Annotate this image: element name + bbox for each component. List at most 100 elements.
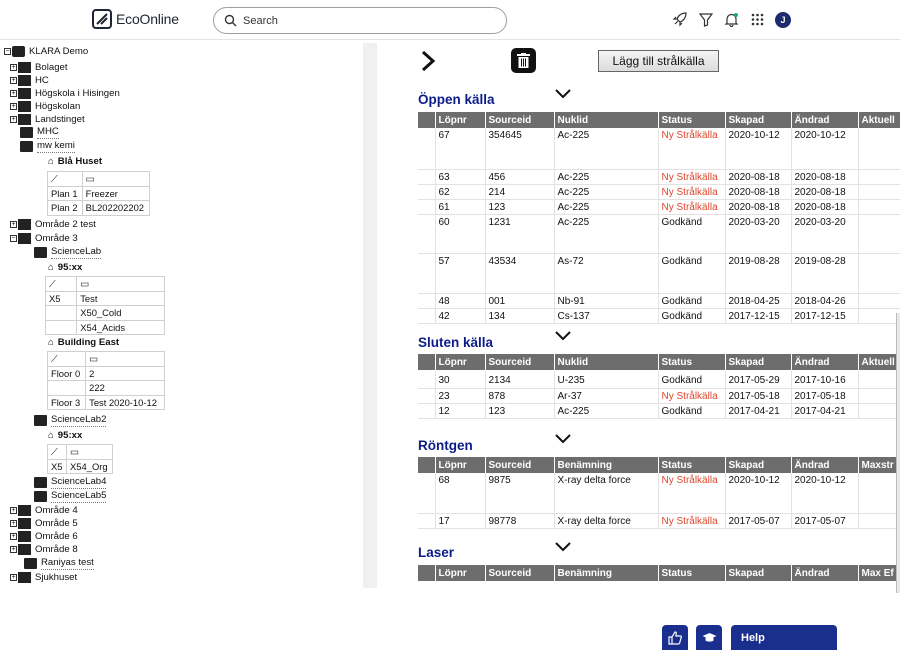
expand-toggle[interactable]: +: [10, 77, 17, 84]
column-header-lopnr[interactable]: Löpnr: [435, 112, 486, 128]
tree-panel-divider[interactable]: [363, 43, 377, 588]
column-header-maxstr[interactable]: Maxstr: [858, 457, 900, 473]
room-cell[interactable]: Test: [76, 290, 165, 306]
column-header-status[interactable]: Status: [658, 565, 726, 581]
room-cell[interactable]: 222: [85, 380, 165, 396]
column-header-skapad[interactable]: Skapad: [725, 565, 792, 581]
column-header-sourceid[interactable]: Sourceid: [485, 565, 555, 581]
column-header-andrad[interactable]: Ändrad: [791, 354, 859, 370]
column-header-lopnr[interactable]: Löpnr: [435, 354, 486, 370]
table-row[interactable]: 63 456 Ac-225 Ny Strålkälla 2020-08-18 2020-0…: [418, 169, 900, 185]
column-header[interactable]: [418, 354, 436, 370]
building-95xx[interactable]: ⌂ 95:xx: [48, 262, 82, 273]
tree-root[interactable]: − KLARA Demo: [4, 45, 88, 58]
expand-toggle[interactable]: +: [10, 507, 17, 514]
expand-toggle[interactable]: +: [10, 116, 17, 123]
column-header-max-ef[interactable]: Max Ef: [858, 565, 900, 581]
tree-item-hc[interactable]: + HC: [10, 74, 49, 87]
table-row[interactable]: 68 9875 X-ray delta force Ny Strålkälla 2020…: [418, 473, 900, 514]
search-box[interactable]: [213, 7, 507, 34]
expand-toggle[interactable]: +: [10, 221, 17, 228]
column-header-andrad[interactable]: Ändrad: [791, 112, 859, 128]
building-95xx-2[interactable]: ⌂ 95:xx: [48, 430, 82, 441]
add-radiation-source-button[interactable]: Lägg till strålkälla: [598, 50, 719, 72]
graduation-cap-icon[interactable]: [696, 625, 722, 650]
tree-item-omrade-6[interactable]: + Område 6: [10, 530, 78, 543]
table-row[interactable]: 60 1231 Ac-225 Godkänd 2020-03-20 2020-03-20: [418, 214, 900, 254]
building-east[interactable]: ⌂ Building East: [48, 337, 119, 348]
chevron-down-icon[interactable]: [555, 89, 571, 99]
column-header-lopnr[interactable]: Löpnr: [435, 565, 486, 581]
chevron-down-icon[interactable]: [555, 434, 571, 444]
column-header-andrad[interactable]: Ändrad: [791, 565, 859, 581]
column-header-lopnr[interactable]: Löpnr: [435, 457, 486, 473]
tree-item-hogskola-hisingen[interactable]: + Högskola i Hisingen: [10, 87, 120, 100]
rocket-icon[interactable]: [671, 11, 688, 28]
floor-cell[interactable]: X5: [46, 458, 68, 474]
tree-item-omrade-4[interactable]: + Område 4: [10, 504, 78, 517]
expand-toggle[interactable]: +: [10, 103, 17, 110]
vertical-scrollbar[interactable]: [896, 313, 900, 593]
user-avatar[interactable]: J: [775, 11, 791, 28]
column-header-status[interactable]: Status: [658, 457, 726, 473]
room-cell[interactable]: X54_Acids: [76, 319, 165, 335]
column-header-benamning[interactable]: Benämning: [554, 457, 659, 473]
room-cell[interactable]: X50_Cold: [76, 305, 165, 321]
expand-toggle[interactable]: +: [10, 520, 17, 527]
tree-item-sciencelab5[interactable]: ScienceLab5: [34, 490, 107, 503]
table-row[interactable]: 12 123 Ac-225 Godkänd 2017-04-21 2017-04-21: [418, 403, 900, 419]
tree-item-mw-kemi[interactable]: mw kemi: [20, 140, 75, 153]
room-cell[interactable]: Freezer: [81, 185, 151, 201]
chevron-down-icon[interactable]: [555, 331, 571, 341]
column-header-nuklid[interactable]: Nuklid: [554, 112, 659, 128]
column-header-status[interactable]: Status: [658, 112, 726, 128]
column-header-andrad[interactable]: Ändrad: [791, 457, 859, 473]
expand-toggle[interactable]: +: [10, 90, 17, 97]
room-cell[interactable]: Test 2020-10-12: [85, 394, 165, 410]
table-row[interactable]: 42 134 Cs-137 Godkänd 2017-12-15 2017-12-15: [418, 308, 900, 324]
floor-cell[interactable]: [44, 319, 78, 335]
collapse-toggle[interactable]: −: [10, 235, 17, 242]
table-row[interactable]: 17 98778 X-ray delta force Ny Strålkälla 201…: [418, 513, 900, 529]
table-row[interactable]: 67 354645 Ac-225 Ny Strålkälla 2020-10-12 202…: [418, 128, 900, 170]
column-header-sourceid[interactable]: Sourceid: [485, 354, 555, 370]
table-row[interactable]: 30 2134 U-235 Godkänd 2017-05-29 2017-10-16: [418, 370, 900, 389]
tree-item-bolaget[interactable]: + Bolaget: [10, 61, 68, 74]
column-header[interactable]: [418, 457, 436, 473]
floor-cell[interactable]: [44, 305, 78, 321]
tree-item-omrade-2[interactable]: + Område 2 test: [10, 218, 96, 231]
tree-item-landstinget[interactable]: + Landstinget: [10, 113, 85, 126]
column-header-skapad[interactable]: Skapad: [725, 457, 792, 473]
expand-toggle[interactable]: +: [10, 546, 17, 553]
table-row[interactable]: 57 43534 As-72 Godkänd 2019-08-28 2019-08-28: [418, 253, 900, 294]
chevron-down-icon[interactable]: [555, 542, 571, 552]
tree-item-omrade-8[interactable]: + Område 8: [10, 543, 78, 556]
collapse-toggle[interactable]: −: [4, 48, 11, 55]
table-row[interactable]: 48 001 Nb-91 Godkänd 2018-04-25 2018-04-26: [418, 293, 900, 309]
tree-item-raniyas-test[interactable]: Raniyas test: [24, 557, 94, 570]
search-input[interactable]: [243, 14, 483, 27]
room-cell[interactable]: 2: [85, 365, 165, 381]
tree-item-sciencelab2[interactable]: ScienceLab2: [34, 414, 107, 427]
floor-cell[interactable]: Floor 3: [46, 394, 87, 410]
room-cell[interactable]: X54_Org: [66, 458, 113, 474]
tree-item-sciencelab[interactable]: ScienceLab: [34, 246, 102, 259]
notification-bell-icon[interactable]: [723, 11, 740, 28]
trash-icon[interactable]: [511, 48, 536, 73]
column-header-benamning[interactable]: Benämning: [554, 565, 659, 581]
expand-toggle[interactable]: +: [10, 64, 17, 71]
tree-item-sjukhuset[interactable]: + Sjukhuset: [10, 571, 77, 584]
floor-cell[interactable]: [46, 380, 87, 396]
expand-toggle[interactable]: +: [10, 533, 17, 540]
tree-item-mhc[interactable]: MHC: [20, 126, 59, 139]
column-header-aktuell[interactable]: Aktuell: [858, 354, 900, 370]
tree-item-omrade-5[interactable]: + Område 5: [10, 517, 78, 530]
column-header-aktuell[interactable]: Aktuell: [858, 112, 900, 128]
help-button[interactable]: Help: [731, 625, 837, 650]
brand-logo[interactable]: EcoOnline: [92, 9, 179, 29]
column-header-skapad[interactable]: Skapad: [725, 112, 792, 128]
tree-item-hogskolan[interactable]: + Högskolan: [10, 100, 80, 113]
column-header[interactable]: [418, 112, 436, 128]
column-header-sourceid[interactable]: Sourceid: [485, 457, 555, 473]
floor-cell[interactable]: Plan 2: [47, 200, 83, 216]
